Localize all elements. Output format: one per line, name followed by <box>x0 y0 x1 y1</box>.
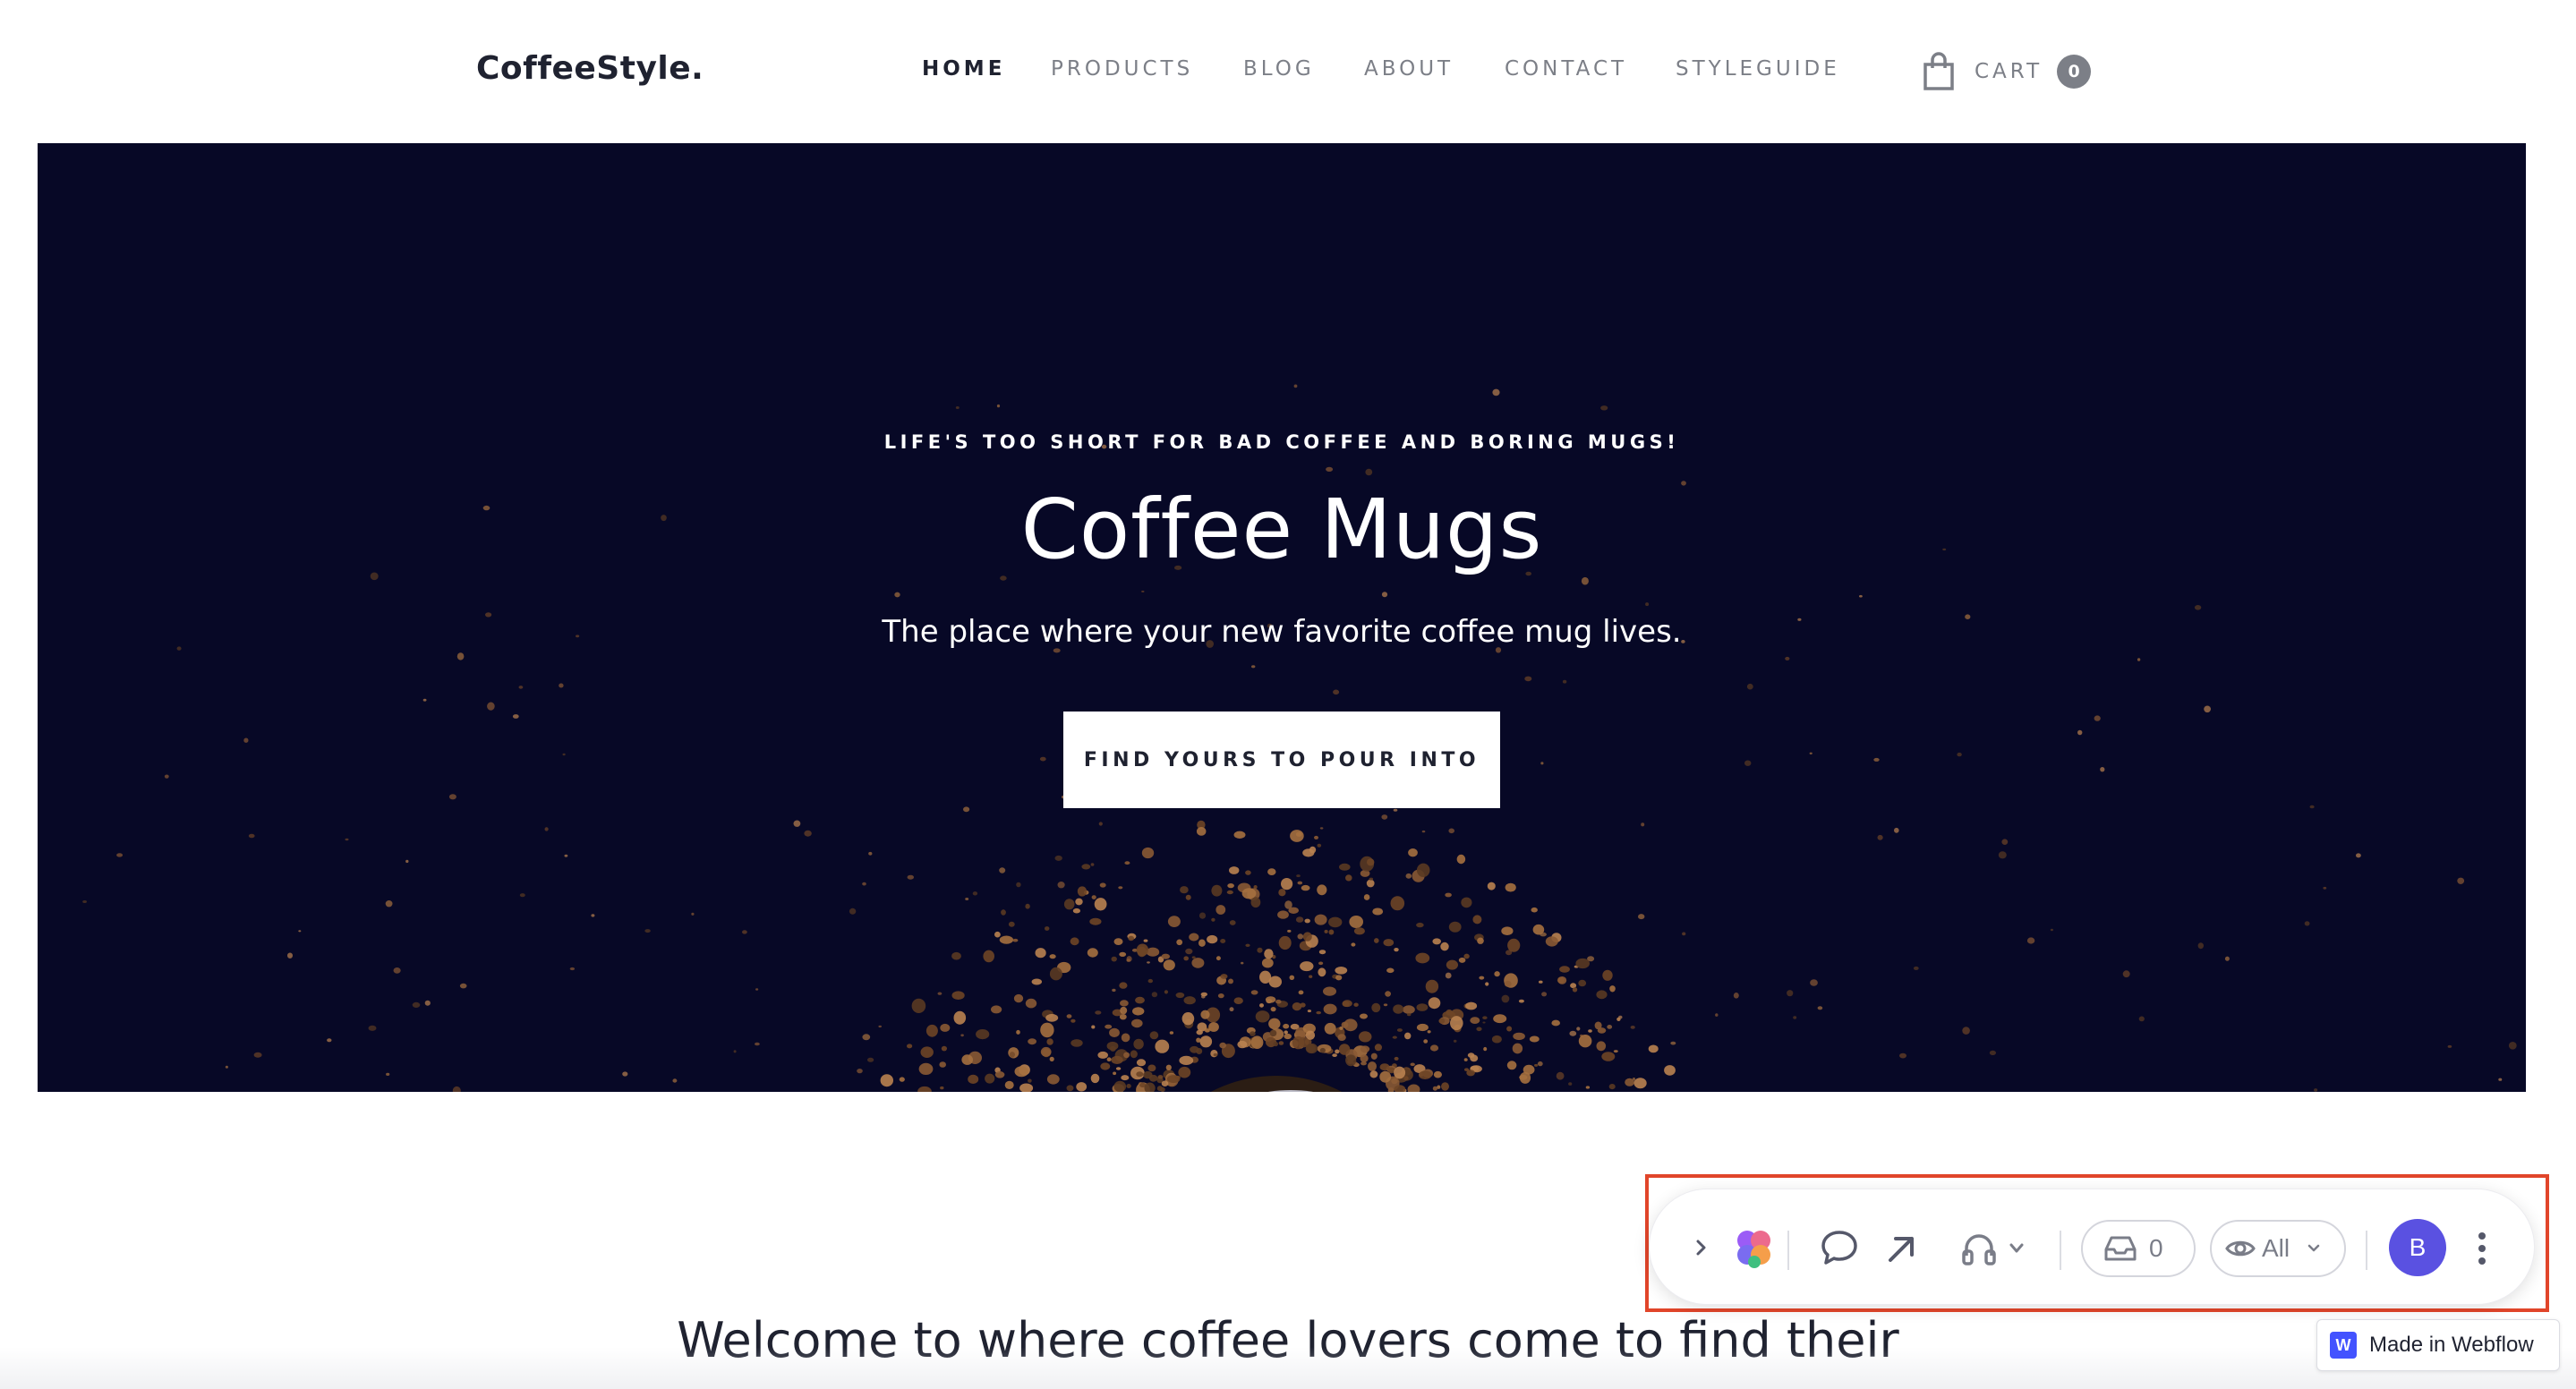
speech-bubble-icon[interactable] <box>1818 1227 1861 1268</box>
hero-section: LIFE'S TOO SHORT FOR BAD COFFEE AND BORI… <box>38 143 2526 1092</box>
hero-eyebrow: LIFE'S TOO SHORT FOR BAD COFFEE AND BORI… <box>883 431 1680 453</box>
hero-subtitle: The place where your new favorite coffee… <box>882 614 1682 650</box>
inbox-button[interactable]: 0 <box>2081 1220 2196 1277</box>
inbox-tray-icon <box>2104 1236 2137 1261</box>
nav-link-home[interactable]: HOME <box>922 57 1005 81</box>
nav-link-about[interactable]: ABOUT <box>1364 57 1454 81</box>
nav-link-styleguide[interactable]: STYLEGUIDE <box>1676 57 1840 81</box>
visibility-filter-dropdown[interactable]: All <box>2210 1220 2346 1277</box>
made-in-webflow-badge[interactable]: W Made in Webflow <box>2316 1319 2560 1371</box>
collaboration-toolbar: 0 All B <box>1649 1189 2535 1305</box>
vertical-dots-icon[interactable] <box>2473 1229 2491 1268</box>
cart-label: CART <box>1975 60 2043 83</box>
multicolor-petals-icon[interactable] <box>1732 1227 1777 1270</box>
cart-count-badge: 0 <box>2057 55 2092 89</box>
site-header: CoffeeStyle. HOME PRODUCTS BLOG ABOUT CO… <box>0 0 2576 143</box>
inbox-count: 0 <box>2149 1234 2163 1262</box>
toolbar-divider <box>1787 1231 1789 1270</box>
huddle-dropdown-chevron-icon[interactable] <box>2008 1241 2026 1256</box>
cart-button[interactable]: CART 0 <box>1921 50 2092 93</box>
brand-logo[interactable]: CoffeeStyle. <box>476 50 704 87</box>
nav-link-contact[interactable]: CONTACT <box>1505 57 1627 81</box>
hero-title: Coffee Mugs <box>1020 481 1543 577</box>
arrow-up-right-icon[interactable] <box>1882 1229 1922 1268</box>
chevron-right-icon[interactable] <box>1691 1236 1712 1259</box>
toolbar-divider <box>2366 1231 2367 1270</box>
chevron-down-icon <box>2307 1244 2320 1252</box>
headphones-icon[interactable] <box>1959 1231 1999 1266</box>
nav-link-blog[interactable]: BLOG <box>1243 57 1315 81</box>
find-mugs-button[interactable]: FIND YOURS TO POUR INTO <box>1063 712 1500 808</box>
welcome-heading: Welcome to where coffee lovers come to f… <box>677 1312 1899 1368</box>
webflow-badge-label: Made in Webflow <box>2369 1333 2534 1357</box>
eye-icon <box>2225 1240 2256 1257</box>
shopping-bag-icon <box>1923 52 1954 90</box>
toolbar-divider <box>2060 1231 2061 1270</box>
nav-link-products[interactable]: PRODUCTS <box>1051 57 1193 81</box>
webflow-logo-icon: W <box>2330 1332 2357 1359</box>
visibility-filter-label: All <box>2262 1234 2290 1262</box>
user-avatar[interactable]: B <box>2389 1219 2446 1276</box>
